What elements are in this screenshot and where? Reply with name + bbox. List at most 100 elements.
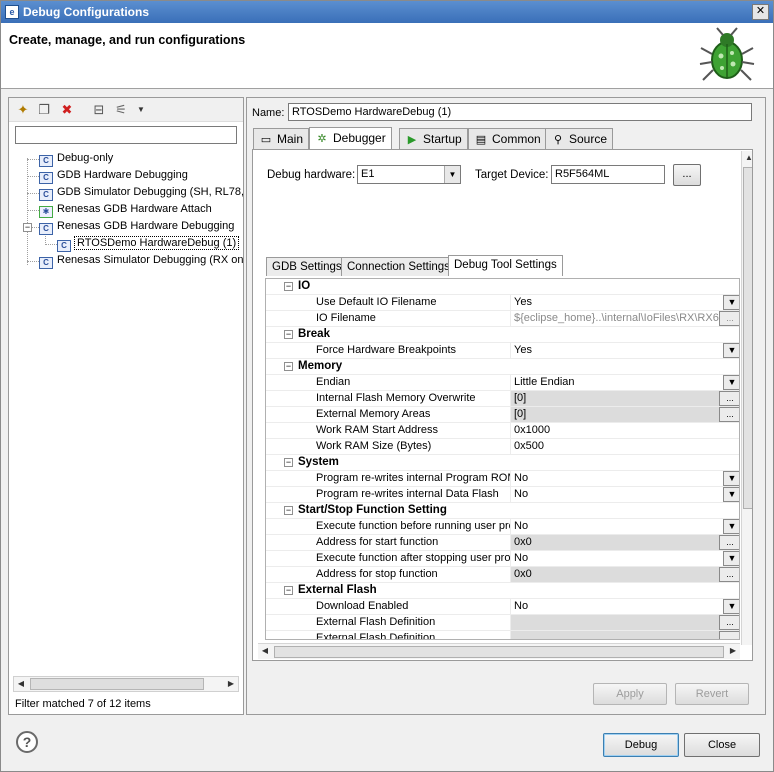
chevron-down-icon[interactable]: ▼ [723, 599, 739, 614]
scroll-up-icon[interactable]: ▲ [742, 151, 752, 165]
close-window-button[interactable]: ✕ [752, 4, 769, 20]
ellipsis-button[interactable]: ... [719, 615, 739, 630]
tree-item[interactable]: C GDB Hardware Debugging [39, 167, 188, 184]
property-category: − Break [266, 327, 739, 343]
property-row: Endian Little Endian ▼ [266, 375, 739, 391]
ellipsis-button[interactable]: ... [719, 391, 739, 406]
property-value[interactable]: 0x0... [510, 567, 739, 582]
scroll-right-icon[interactable]: ▶ [224, 677, 238, 691]
collapse-toggle-icon[interactable]: − [284, 586, 293, 595]
apply-button[interactable]: Apply [593, 683, 667, 705]
tree-item[interactable]: C Renesas Simulator Debugging (RX onl [39, 252, 243, 269]
properties-horizontal-scrollbar[interactable]: ◀ ▶ [258, 643, 740, 659]
filter-config-icon[interactable]: ⚟ [113, 102, 129, 118]
scroll-left-icon[interactable]: ◀ [258, 644, 272, 658]
scroll-thumb[interactable] [274, 646, 724, 658]
chevron-down-icon[interactable]: ▼ [723, 375, 739, 390]
property-key: Force Hardware Breakpoints [316, 344, 457, 356]
browse-device-button[interactable]: ... [673, 164, 701, 186]
collapse-toggle-icon[interactable]: − [284, 362, 293, 371]
property-value[interactable]: Little Endian ▼ [510, 375, 739, 390]
property-key: Endian [316, 376, 351, 388]
chevron-down-icon[interactable]: ▼ [723, 471, 739, 486]
filter-dropdown-icon[interactable]: ▼ [133, 102, 149, 118]
tree-item[interactable]: C GDB Simulator Debugging (SH, RL78, R [39, 184, 243, 201]
property-row: External Memory Areas [0]... [266, 407, 739, 423]
subtab-debug-tool-settings[interactable]: Debug Tool Settings [448, 255, 563, 276]
scroll-right-icon[interactable]: ▶ [726, 644, 740, 658]
property-value[interactable]: No ▼ [510, 487, 739, 502]
name-input[interactable]: RTOSDemo HardwareDebug (1) [288, 103, 752, 121]
ellipsis-button[interactable]: ... [719, 407, 739, 422]
chevron-down-icon[interactable]: ▼ [723, 343, 739, 358]
property-value[interactable]: Yes ▼ [510, 343, 739, 358]
duplicate-config-icon[interactable]: ❐ [36, 102, 52, 118]
property-value[interactable]: [0]... [510, 407, 739, 422]
chevron-down-icon[interactable]: ▼ [723, 295, 739, 310]
collapse-toggle-icon[interactable]: − [284, 458, 293, 467]
collapse-toggle-icon[interactable]: − [23, 223, 32, 232]
filter-input-box[interactable] [15, 126, 237, 144]
revert-button[interactable]: Revert [675, 683, 749, 705]
debug-button[interactable]: Debug [603, 733, 679, 757]
property-row: Execute function after stopping user pro… [266, 551, 739, 567]
collapse-toggle-icon[interactable]: − [284, 282, 293, 291]
help-icon[interactable]: ? [16, 731, 38, 753]
scroll-thumb[interactable] [743, 167, 752, 509]
chevron-down-icon[interactable]: ▼ [723, 519, 739, 534]
tab-startup[interactable]: ▶ Startup [399, 128, 468, 149]
property-value[interactable]: 0x500 [510, 439, 739, 454]
property-value[interactable]: ${eclipse_home}..\internal\IoFiles\RX\RX… [510, 311, 739, 326]
debug-hardware-label: Debug hardware: [267, 169, 356, 181]
property-value[interactable]: [0]... [510, 391, 739, 406]
property-value[interactable]: No ▼ [510, 519, 739, 534]
chevron-down-icon[interactable]: ▼ [444, 166, 460, 183]
chevron-down-icon[interactable]: ▼ [723, 551, 739, 566]
tab-source[interactable]: ⚲ Source [545, 128, 614, 149]
tab-main[interactable]: ▭ Main [253, 128, 310, 149]
close-button[interactable]: Close [684, 733, 760, 757]
tree-item[interactable]: C Renesas GDB Hardware Debugging [39, 218, 234, 235]
property-value[interactable]: ... [510, 631, 739, 639]
property-value[interactable]: 0x0... [510, 535, 739, 550]
tree-horizontal-scrollbar[interactable]: ◀ ▶ [13, 676, 239, 692]
subtab-gdb-settings[interactable]: GDB Settings [266, 257, 348, 276]
property-value[interactable]: ... [510, 615, 739, 630]
ellipsis-button[interactable]: ... [719, 535, 739, 550]
tree-item[interactable]: ✱ Renesas GDB Hardware Attach [39, 201, 212, 218]
property-value[interactable]: No ▼ [510, 471, 739, 486]
tree-item[interactable]: C Debug-only [39, 150, 113, 167]
scroll-thumb[interactable] [30, 678, 204, 690]
target-device-input[interactable]: R5F564ML [551, 165, 665, 184]
ellipsis-button[interactable]: ... [719, 567, 739, 582]
collapse-toggle-icon[interactable]: − [284, 330, 293, 339]
subtab-connection-settings[interactable]: Connection Settings [341, 257, 456, 276]
scroll-left-icon[interactable]: ◀ [14, 677, 28, 691]
property-value[interactable]: 0x1000 [510, 423, 739, 438]
configuration-list-panel: ✦ ❐ ✖ ⊟ ⚟ ▼ − C Debug-only C GDB Hardware … [8, 97, 244, 715]
category-label: System [298, 456, 339, 468]
ellipsis-button[interactable]: ... [719, 311, 739, 326]
chevron-down-icon[interactable]: ▼ [723, 487, 739, 502]
property-row: Program re-writes internal Data Flash No ▼ [266, 487, 739, 503]
collapse-all-icon[interactable]: ⊟ [91, 102, 107, 118]
vertical-scrollbar[interactable]: ▲ [741, 151, 752, 645]
property-value[interactable]: No ▼ [510, 599, 739, 614]
tab-debugger[interactable]: ✲ Debugger [309, 127, 392, 149]
property-value[interactable]: Yes ▼ [510, 295, 739, 310]
config-type-icon: C [39, 155, 53, 167]
property-key: Use Default IO Filename [316, 296, 437, 308]
tab-common[interactable]: ▤ Common [468, 128, 547, 149]
debug-hardware-select[interactable]: E1 ▼ [357, 165, 461, 184]
delete-config-icon[interactable]: ✖ [59, 102, 75, 118]
filter-input[interactable] [16, 127, 236, 143]
property-key: Program re-writes internal Data Flash [316, 488, 499, 500]
ellipsis-button[interactable]: ... [719, 631, 739, 639]
property-value[interactable]: No ▼ [510, 551, 739, 566]
new-config-icon[interactable]: ✦ [15, 102, 31, 118]
property-key: Internal Flash Memory Overwrite [316, 392, 476, 404]
category-label: IO [298, 280, 311, 292]
tree-item-selected[interactable]: C RTOSDemo HardwareDebug (1) [57, 235, 240, 252]
common-tab-icon: ▤ [475, 134, 487, 146]
collapse-toggle-icon[interactable]: − [284, 506, 293, 515]
